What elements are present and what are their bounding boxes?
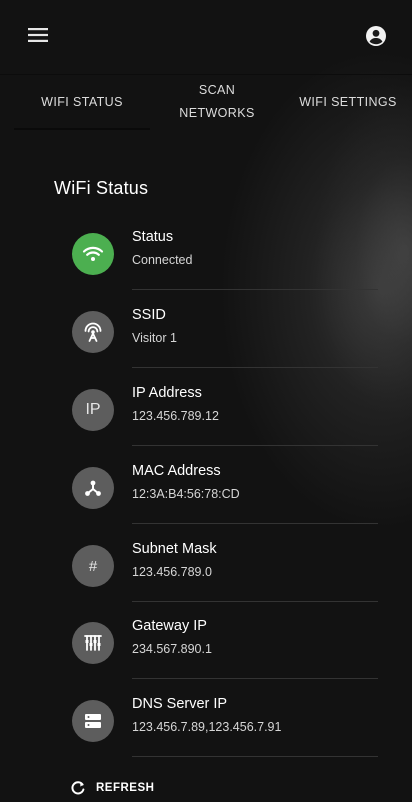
item-value: 123.456.7.89,123.456.7.91 (132, 720, 282, 734)
divider (132, 445, 378, 446)
divider (132, 601, 378, 602)
item-value: 12:3A:B4:56:78:CD (132, 487, 240, 501)
wifi-icon (72, 233, 114, 275)
account-icon[interactable] (364, 24, 388, 48)
divider (132, 289, 378, 290)
tab-wifi-status[interactable]: WIFI STATUS (14, 74, 150, 130)
divider (132, 367, 378, 368)
divider (132, 678, 378, 679)
ip-icon: IP (72, 389, 114, 431)
ip-address-item: IP IP Address 123.456.789.12 (72, 385, 378, 467)
item-label: SSID (132, 307, 166, 323)
app-screen: WIFI STATUS SCAN NETWORKS WIFI SETTINGS … (0, 0, 412, 802)
hash-icon-text: # (88, 557, 98, 575)
tab-wifi-settings[interactable]: WIFI SETTINGS (284, 74, 412, 130)
item-value: 123.456.789.12 (132, 409, 219, 423)
router-icon (72, 622, 114, 664)
item-label: MAC Address (132, 463, 221, 479)
divider (132, 756, 378, 757)
menu-icon[interactable] (28, 28, 48, 42)
refresh-label: REFRESH (96, 782, 155, 794)
section-title: WiFi Status (54, 178, 149, 198)
item-label: IP Address (132, 385, 202, 401)
gateway-ip-item: Gateway IP 234.567.890.1 (72, 618, 378, 700)
server-icon (72, 700, 114, 742)
subnet-mask-item: # Subnet Mask 123.456.789.0 (72, 541, 378, 623)
item-label: DNS Server IP (132, 696, 228, 712)
item-value: 234.567.890.1 (132, 642, 212, 656)
item-label: Gateway IP (132, 618, 207, 634)
dns-server-ip-item: DNS Server IP 123.456.7.89,123.456.7.91 (72, 696, 378, 778)
network-icon (72, 467, 114, 509)
active-tab-indicator (14, 128, 150, 130)
refresh-icon (71, 781, 85, 795)
item-label: Subnet Mask (132, 541, 217, 557)
status-item: Status Connected (72, 229, 378, 311)
tab-bar: WIFI STATUS SCAN NETWORKS WIFI SETTINGS (0, 74, 412, 132)
tab-scan-networks[interactable]: SCAN NETWORKS (150, 74, 284, 130)
item-value: Connected (132, 253, 193, 267)
refresh-button[interactable]: REFRESH (70, 780, 154, 796)
hash-icon: # (72, 545, 114, 587)
ip-icon-text: IP (85, 401, 101, 418)
app-bar (0, 0, 412, 75)
item-label: Status (132, 229, 174, 245)
divider (132, 523, 378, 524)
mac-address-item: MAC Address 12:3A:B4:56:78:CD (72, 463, 378, 545)
item-value: Visitor 1 (132, 331, 177, 345)
antenna-icon (72, 311, 114, 353)
ssid-item: SSID Visitor 1 (72, 307, 378, 389)
item-value: 123.456.789.0 (132, 565, 212, 579)
